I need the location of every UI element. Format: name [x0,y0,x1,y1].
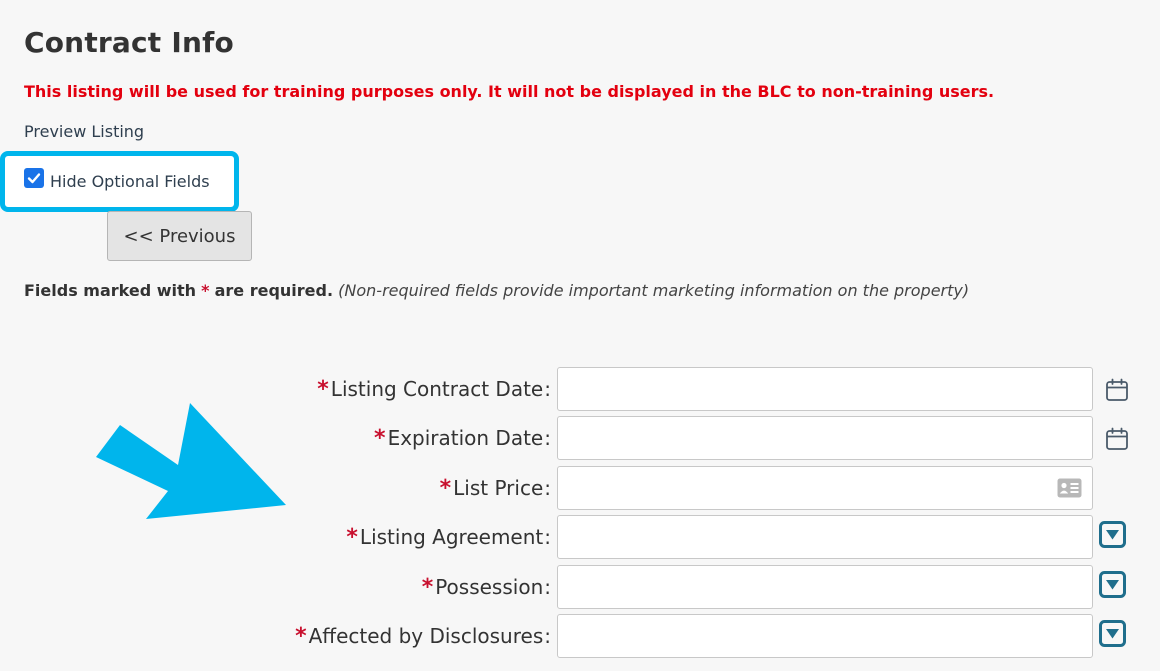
affected-by-disclosures-input[interactable] [557,614,1093,658]
required-note-hint: (Non-required fields provide important m… [338,281,970,300]
field-label-colon: : [544,525,551,549]
calendar-icon[interactable] [1104,426,1130,452]
hide-optional-fields-checkbox[interactable] [24,167,44,188]
required-note-suffix: are required. [214,281,334,300]
field-label-text: Listing Contract Date [330,377,544,401]
field-label-text: Expiration Date [387,426,544,450]
contact-card-icon[interactable] [1057,478,1082,498]
required-star: * [317,376,329,402]
field-label-colon: : [544,624,551,648]
field-label-text: Possession [435,575,544,599]
field-label-colon: : [544,377,551,401]
form-row-possession: * Possession: [0,565,1160,609]
field-label-text: List Price [453,476,544,500]
required-fields-note: Fields marked with * are required. (Non-… [24,281,969,300]
hide-optional-fields-highlight: Hide Optional Fields [0,151,239,212]
required-note-prefix: Fields marked with [24,281,197,300]
field-label: * List Price: [440,466,551,510]
form-row-list-price: * List Price: [0,466,1160,510]
listing-contract-date-input[interactable] [557,367,1093,411]
hide-optional-fields-label[interactable]: Hide Optional Fields [50,172,210,191]
list-price-input[interactable] [557,466,1093,510]
required-star: * [374,425,386,451]
calendar-icon[interactable] [1104,377,1130,403]
field-label: * Expiration Date: [374,416,551,460]
field-label: * Listing Agreement: [346,515,551,559]
dropdown-arrow-icon[interactable] [1099,571,1126,598]
listing-agreement-input[interactable] [557,515,1093,559]
required-star: * [439,475,452,501]
field-label-text: Listing Agreement [359,525,544,549]
dropdown-arrow-icon[interactable] [1099,620,1126,647]
required-star: * [346,524,358,550]
checkmark-icon [27,172,41,183]
field-label: * Listing Contract Date: [317,367,551,411]
preview-listing-link[interactable]: Preview Listing [24,122,144,141]
field-label-colon: : [544,426,551,450]
expiration-date-input[interactable] [557,416,1093,460]
field-label: * Affected by Disclosures: [295,614,551,658]
page-title: Contract Info [24,26,234,59]
dropdown-arrow-icon[interactable] [1099,521,1126,548]
form-row-expiration-date: * Expiration Date: [0,416,1160,460]
form-row-listing-contract-date: * Listing Contract Date: [0,367,1160,411]
field-label: * Possession: [422,565,551,609]
possession-input[interactable] [557,565,1093,609]
field-label-colon: : [544,575,551,599]
form-row-affected-by-disclosures: * Affected by Disclosures: [0,614,1160,658]
previous-button[interactable]: << Previous [107,211,252,261]
training-warning: This listing will be used for training p… [24,82,995,101]
required-note-star: * [201,281,210,300]
required-star: * [295,623,307,649]
field-label-text: Affected by Disclosures [308,624,544,648]
form-row-listing-agreement: * Listing Agreement: [0,515,1160,559]
field-label-colon: : [544,476,551,500]
required-star: * [421,574,434,600]
